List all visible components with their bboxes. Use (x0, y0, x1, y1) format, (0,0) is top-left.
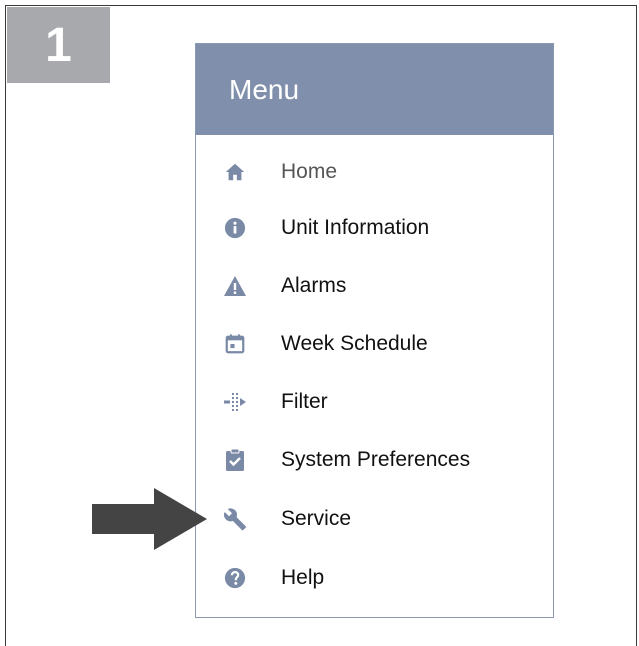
menu-item-alarms[interactable]: Alarms (196, 266, 553, 306)
menu-item-label: Unit Information (281, 216, 430, 239)
step-number-badge: 1 (7, 7, 110, 83)
menu-item-label: Home (281, 160, 338, 183)
menu-panel: Menu Home Unit Information Alarms Week S… (195, 43, 554, 618)
menu-title: Menu (229, 73, 300, 105)
menu-item-home[interactable]: Home (196, 152, 553, 192)
menu-header: Menu (196, 44, 553, 135)
warning-icon (222, 273, 248, 299)
clipboard-check-icon (222, 447, 248, 473)
menu-item-help[interactable]: Help (196, 558, 553, 598)
info-icon (222, 215, 248, 241)
filter-icon (222, 389, 248, 415)
menu-item-label: Week Schedule (281, 332, 428, 355)
menu-item-service[interactable]: Service (196, 499, 553, 539)
menu-item-unit-information[interactable]: Unit Information (196, 208, 553, 248)
menu-item-system-preferences[interactable]: System Preferences (196, 440, 553, 480)
menu-item-label: Filter (281, 390, 328, 413)
menu-item-label: Service (281, 507, 352, 530)
menu-item-label: Help (281, 566, 325, 589)
menu-item-week-schedule[interactable]: Week Schedule (196, 324, 553, 364)
step-number: 1 (45, 18, 72, 72)
help-icon (222, 565, 248, 591)
menu-item-label: Alarms (281, 274, 347, 297)
menu-item-filter[interactable]: Filter (196, 382, 553, 422)
wrench-icon (222, 506, 248, 532)
home-icon (222, 159, 248, 185)
pointer-arrow-icon (92, 488, 207, 550)
menu-item-label: System Preferences (281, 448, 471, 471)
calendar-icon (222, 331, 248, 357)
